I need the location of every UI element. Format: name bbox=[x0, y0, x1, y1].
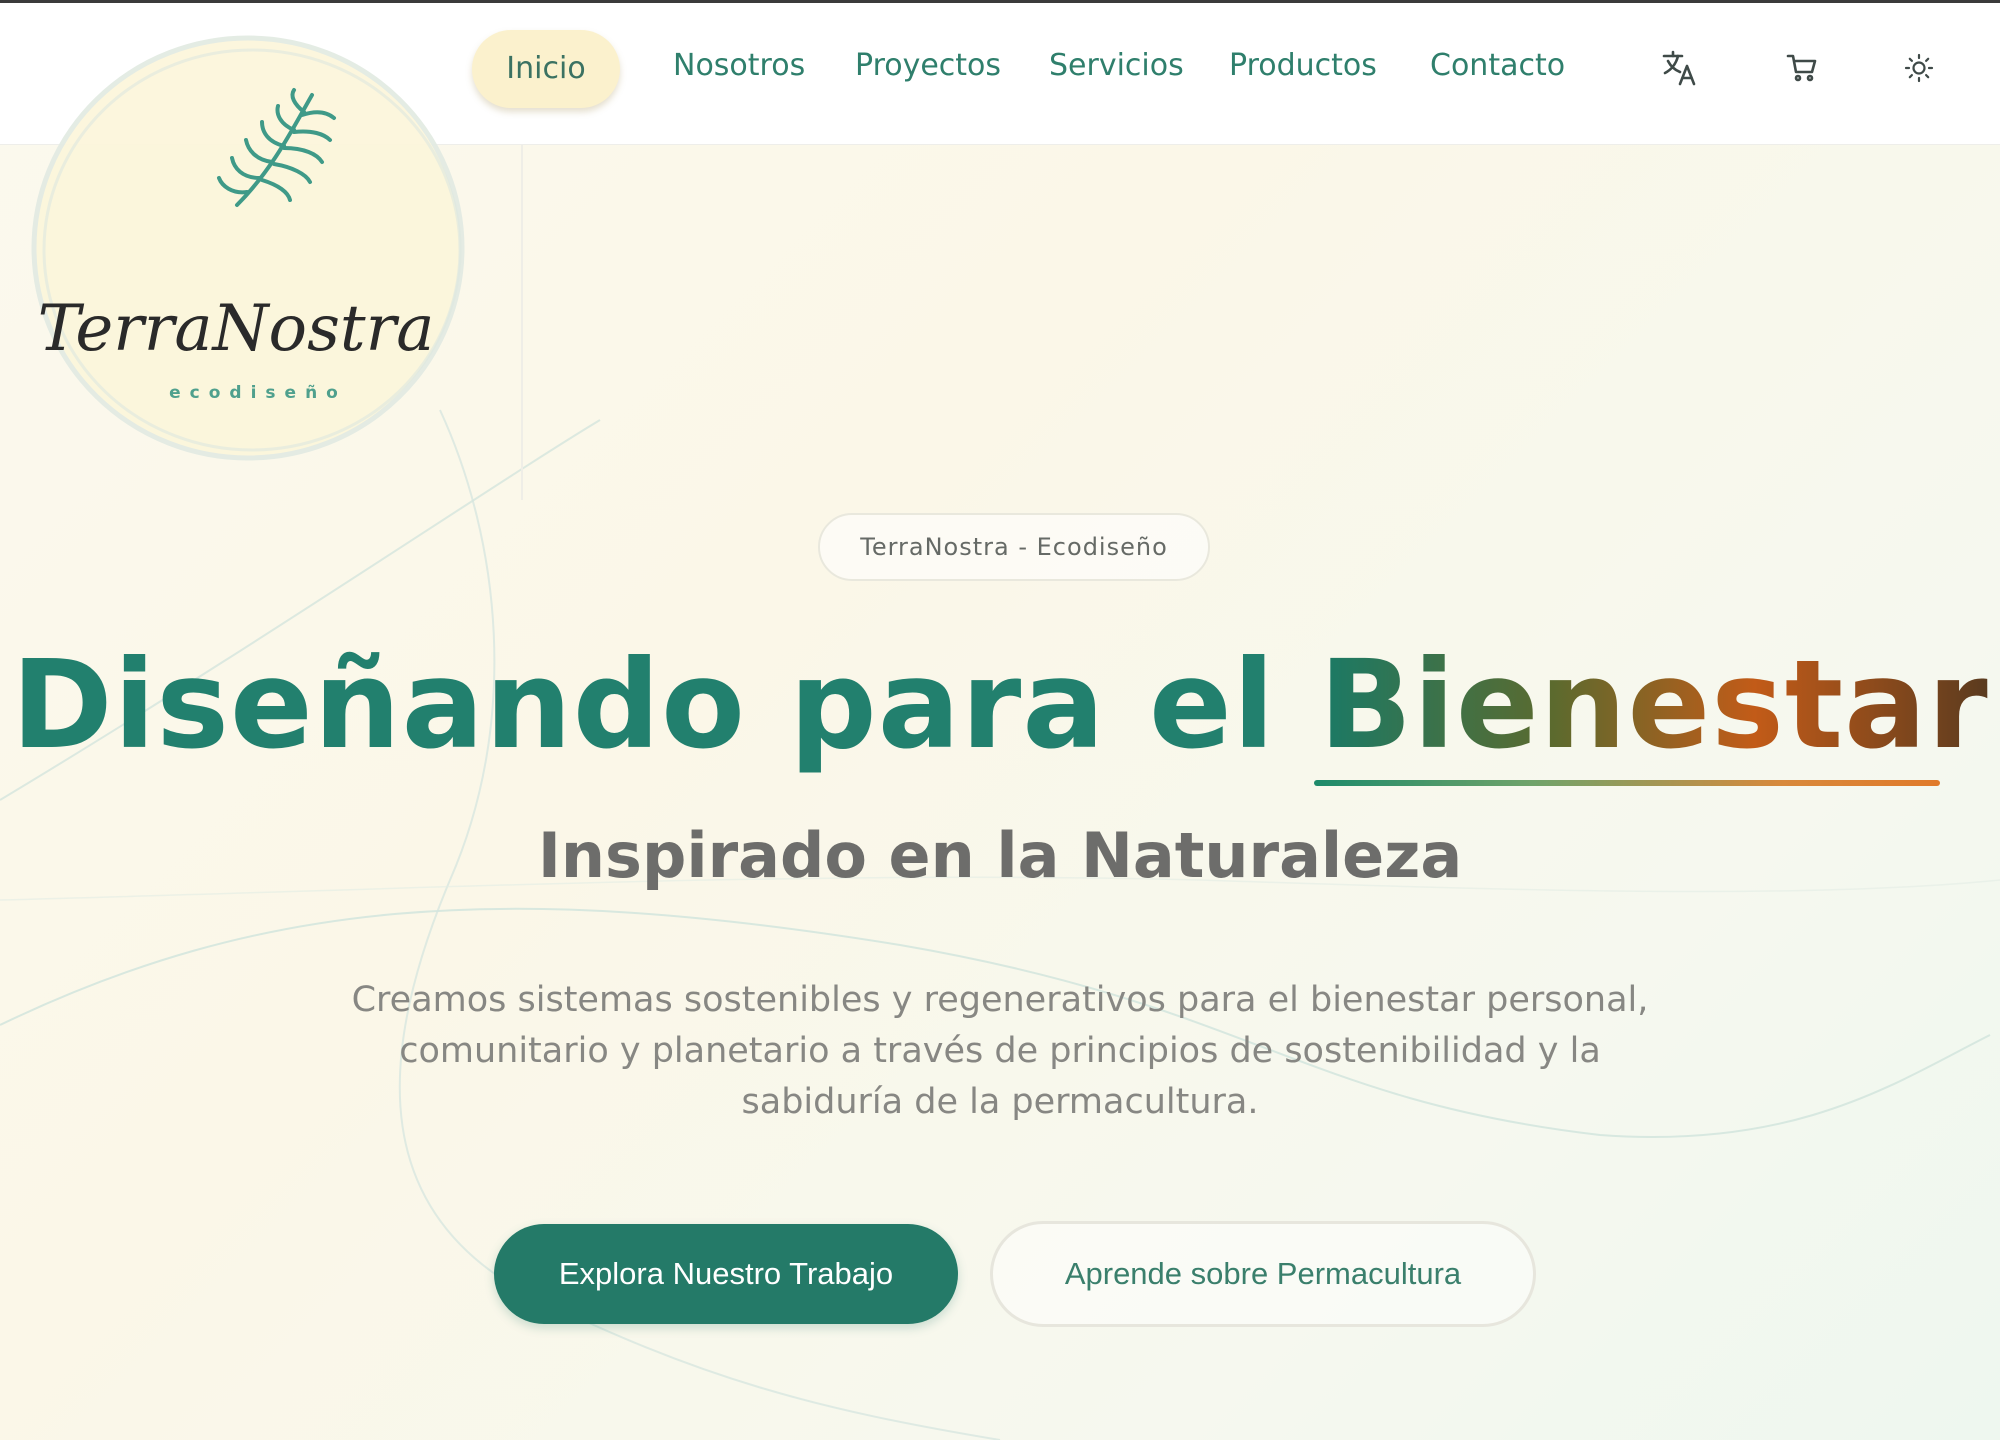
learn-permaculture-button[interactable]: Aprende sobre Permacultura bbox=[990, 1221, 1536, 1327]
hero-title: Diseñando para el Bienestar bbox=[0, 630, 2000, 780]
translate-icon bbox=[1662, 50, 1696, 86]
terranostra-logo[interactable]: TerraNostra ecodiseño bbox=[22, 20, 496, 472]
window-top-border bbox=[0, 0, 2000, 3]
hero-description: Creamos sistemas sostenibles y regenerat… bbox=[351, 980, 1649, 1122]
logo-wordmark: TerraNostra bbox=[38, 292, 435, 366]
hero-subtitle: Inspirado en la Naturaleza bbox=[537, 819, 1463, 892]
logo-emblem: TerraNostra ecodiseño bbox=[31, 35, 465, 461]
nav-item-servicios[interactable]: Servicios bbox=[1049, 42, 1184, 90]
hero-title-underline bbox=[1314, 780, 1940, 786]
hero-title-main: Diseñando para el bbox=[11, 634, 1320, 776]
nav-item-productos[interactable]: Productos bbox=[1229, 42, 1377, 90]
logo-tagline: ecodiseño bbox=[169, 383, 347, 403]
nav-item-proyectos[interactable]: Proyectos bbox=[855, 42, 1001, 90]
explore-work-button[interactable]: Explora Nuestro Trabajo bbox=[494, 1224, 958, 1324]
cart-button[interactable] bbox=[1778, 44, 1826, 92]
nav-item-nosotros[interactable]: Nosotros bbox=[673, 42, 805, 90]
translate-button[interactable] bbox=[1656, 44, 1704, 92]
sun-icon bbox=[1904, 53, 1934, 83]
hero-title-accent: Bienestar bbox=[1319, 630, 1989, 780]
nav-item-contacto[interactable]: Contacto bbox=[1430, 42, 1565, 90]
theme-toggle-button[interactable] bbox=[1895, 44, 1943, 92]
cart-icon bbox=[1786, 54, 1817, 82]
hero-badge: TerraNostra - Ecodiseño bbox=[818, 513, 1210, 581]
